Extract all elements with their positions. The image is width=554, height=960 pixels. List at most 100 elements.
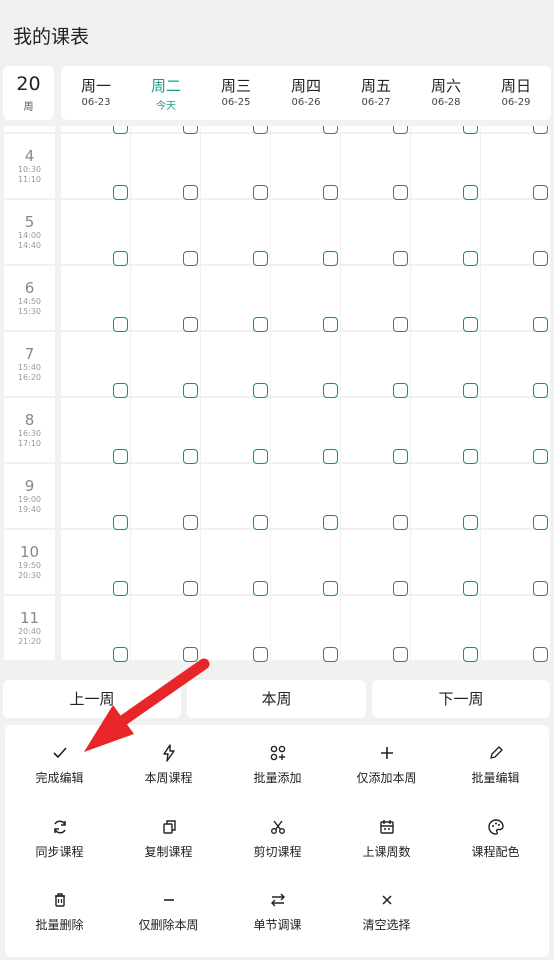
timetable-cell[interactable] xyxy=(341,530,410,596)
select-checkbox[interactable] xyxy=(183,185,198,200)
timetable-cell[interactable] xyxy=(131,134,200,200)
timetable-grid[interactable]: 4 10:30 11:10 5 14:00 14:40 6 14:50 15:30 7 15:40 1… xyxy=(0,126,554,672)
select-checkbox[interactable] xyxy=(183,317,198,332)
timetable-cell[interactable] xyxy=(481,134,550,200)
select-checkbox[interactable] xyxy=(113,515,128,530)
timetable-cell[interactable] xyxy=(61,530,130,596)
select-checkbox[interactable] xyxy=(253,383,268,398)
timetable-cell[interactable] xyxy=(61,596,130,662)
select-checkbox[interactable] xyxy=(183,449,198,464)
timetable-cell[interactable] xyxy=(201,126,270,134)
select-checkbox[interactable] xyxy=(463,449,478,464)
select-checkbox[interactable] xyxy=(323,185,338,200)
action-palette-button[interactable]: 课程配色 xyxy=(441,817,550,860)
timetable-cell[interactable] xyxy=(131,530,200,596)
select-checkbox[interactable] xyxy=(393,317,408,332)
action-plus-button[interactable]: 仅添加本周 xyxy=(332,743,441,786)
timetable-cell[interactable] xyxy=(411,126,480,134)
action-scissors-button[interactable]: 剪切课程 xyxy=(223,817,332,860)
select-checkbox[interactable] xyxy=(323,515,338,530)
select-checkbox[interactable] xyxy=(183,383,198,398)
timetable-cell[interactable] xyxy=(271,332,340,398)
select-checkbox[interactable] xyxy=(533,251,548,266)
timetable-cell[interactable] xyxy=(271,266,340,332)
timetable-cell[interactable] xyxy=(271,126,340,134)
action-copy-button[interactable]: 复制课程 xyxy=(114,817,223,860)
select-checkbox[interactable] xyxy=(533,383,548,398)
timetable-cell[interactable] xyxy=(411,332,480,398)
timetable-cell[interactable] xyxy=(61,134,130,200)
week-indicator[interactable]: 20 周 xyxy=(3,66,54,120)
timetable-cell[interactable] xyxy=(481,126,550,134)
timetable-cell[interactable] xyxy=(61,398,130,464)
timetable-cell[interactable] xyxy=(341,464,410,530)
select-checkbox[interactable] xyxy=(463,515,478,530)
select-checkbox[interactable] xyxy=(323,581,338,596)
timetable-cell[interactable] xyxy=(271,398,340,464)
select-checkbox[interactable] xyxy=(463,126,478,134)
select-checkbox[interactable] xyxy=(253,449,268,464)
select-checkbox[interactable] xyxy=(533,449,548,464)
timetable-cell[interactable] xyxy=(411,464,480,530)
action-trash-button[interactable]: 批量删除 xyxy=(5,890,114,933)
timetable-cell[interactable] xyxy=(481,398,550,464)
prev-week-button[interactable]: 上一周 xyxy=(3,680,181,718)
select-checkbox[interactable] xyxy=(113,317,128,332)
timetable-cell[interactable] xyxy=(271,464,340,530)
select-checkbox[interactable] xyxy=(533,185,548,200)
select-checkbox[interactable] xyxy=(463,581,478,596)
timetable-cell[interactable] xyxy=(481,596,550,662)
timetable-cell[interactable] xyxy=(131,200,200,266)
timetable-cell[interactable] xyxy=(131,126,200,134)
timetable-cell[interactable] xyxy=(341,398,410,464)
action-lightning-button[interactable]: 本周课程 xyxy=(114,743,223,786)
timetable-cell[interactable] xyxy=(61,266,130,332)
select-checkbox[interactable] xyxy=(463,185,478,200)
select-checkbox[interactable] xyxy=(323,647,338,662)
select-checkbox[interactable] xyxy=(323,317,338,332)
timetable-cell[interactable] xyxy=(341,126,410,134)
select-checkbox[interactable] xyxy=(113,449,128,464)
timetable-cell[interactable] xyxy=(411,596,480,662)
timetable-cell[interactable] xyxy=(271,200,340,266)
action-pencil-button[interactable]: 批量编辑 xyxy=(441,743,550,786)
current-week-button[interactable]: 本周 xyxy=(187,680,366,718)
select-checkbox[interactable] xyxy=(113,126,128,134)
timetable-cell[interactable] xyxy=(411,266,480,332)
select-checkbox[interactable] xyxy=(253,515,268,530)
select-checkbox[interactable] xyxy=(253,581,268,596)
select-checkbox[interactable] xyxy=(253,185,268,200)
timetable-cell[interactable] xyxy=(201,332,270,398)
select-checkbox[interactable] xyxy=(393,185,408,200)
timetable-cell[interactable] xyxy=(341,134,410,200)
timetable-cell[interactable] xyxy=(481,200,550,266)
select-checkbox[interactable] xyxy=(183,251,198,266)
timetable-cell[interactable] xyxy=(201,596,270,662)
timetable-cell[interactable] xyxy=(341,200,410,266)
select-checkbox[interactable] xyxy=(113,251,128,266)
timetable-cell[interactable] xyxy=(341,266,410,332)
timetable-cell[interactable] xyxy=(271,134,340,200)
select-checkbox[interactable] xyxy=(533,317,548,332)
select-checkbox[interactable] xyxy=(393,515,408,530)
action-check-button[interactable]: 完成编辑 xyxy=(5,743,114,786)
timetable-cell[interactable] xyxy=(131,332,200,398)
timetable-cell[interactable] xyxy=(411,398,480,464)
select-checkbox[interactable] xyxy=(253,126,268,134)
timetable-cell[interactable] xyxy=(271,530,340,596)
timetable-cell[interactable] xyxy=(481,530,550,596)
timetable-cell[interactable] xyxy=(201,200,270,266)
timetable-cell[interactable] xyxy=(131,464,200,530)
select-checkbox[interactable] xyxy=(113,383,128,398)
select-checkbox[interactable] xyxy=(393,449,408,464)
timetable-cell[interactable] xyxy=(271,596,340,662)
action-close-button[interactable]: 清空选择 xyxy=(332,890,441,933)
action-swap-button[interactable]: 单节调课 xyxy=(223,890,332,933)
select-checkbox[interactable] xyxy=(183,515,198,530)
timetable-cell[interactable] xyxy=(481,464,550,530)
timetable-cell[interactable] xyxy=(61,332,130,398)
timetable-cell[interactable] xyxy=(201,398,270,464)
select-checkbox[interactable] xyxy=(393,581,408,596)
select-checkbox[interactable] xyxy=(183,647,198,662)
select-checkbox[interactable] xyxy=(463,251,478,266)
